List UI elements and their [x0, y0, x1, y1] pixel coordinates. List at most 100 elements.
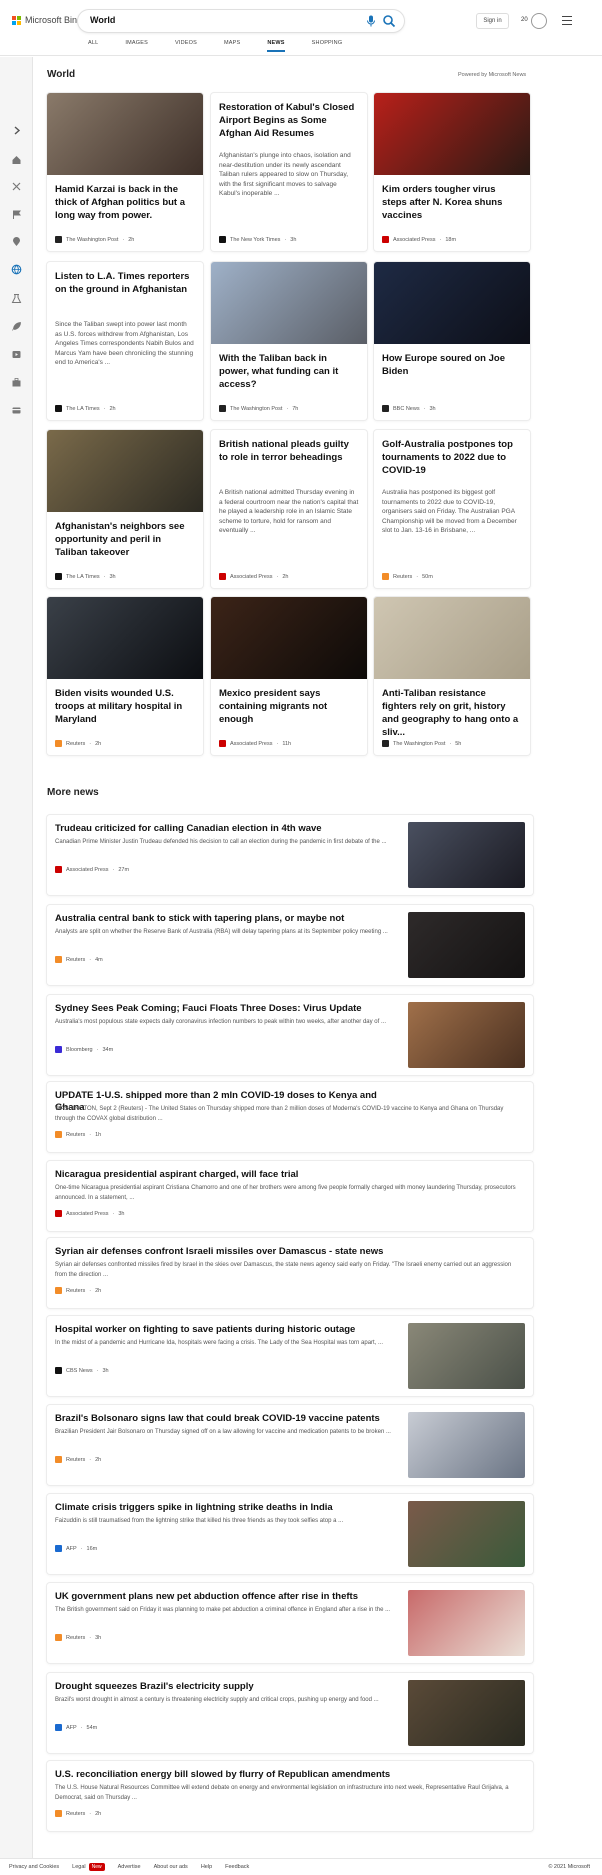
news-item-source[interactable]: Reuters · 2h	[55, 1810, 101, 1817]
news-list-item[interactable]: Drought squeezes Brazil's electricity su…	[47, 1673, 533, 1753]
tab-all[interactable]: ALL	[88, 40, 98, 52]
footer-link-help[interactable]: Help	[201, 1864, 212, 1870]
news-item-image[interactable]	[408, 1590, 525, 1656]
news-card-source[interactable]: The Washington Post · 7h	[219, 405, 298, 412]
search-input[interactable]: World	[90, 15, 115, 25]
tab-shopping[interactable]: SHOPPING	[312, 40, 343, 52]
news-list-item[interactable]: Australia central bank to stick with tap…	[47, 905, 533, 985]
news-card-source[interactable]: BBC News · 3h	[382, 405, 436, 412]
news-card[interactable]: Kim orders tougher virus steps after N. …	[374, 93, 530, 251]
news-card-title[interactable]: Biden visits wounded U.S. troops at mili…	[55, 687, 195, 726]
money-icon[interactable]	[11, 403, 22, 414]
news-card-image[interactable]	[47, 93, 203, 175]
news-item-title[interactable]: Hospital worker on fighting to save pati…	[55, 1324, 405, 1336]
news-item-source[interactable]: AFP · 16m	[55, 1545, 97, 1552]
news-card-title[interactable]: Anti-Taliban resistance fighters rely on…	[382, 687, 522, 739]
news-item-source[interactable]: Reuters · 4m	[55, 956, 103, 963]
news-card[interactable]: Mexico president says containing migrant…	[211, 597, 367, 755]
news-list-item[interactable]: Sydney Sees Peak Coming; Fauci Floats Th…	[47, 995, 533, 1075]
news-card-image[interactable]	[211, 262, 367, 344]
news-item-image[interactable]	[408, 1680, 525, 1746]
powered-by[interactable]: Powered by Microsoft News	[458, 72, 526, 78]
news-card-title[interactable]: British national pleads guilty to role i…	[219, 438, 359, 464]
news-item-title[interactable]: Syrian air defenses confront Israeli mis…	[55, 1246, 405, 1258]
news-list-item[interactable]: Hospital worker on fighting to save pati…	[47, 1316, 533, 1396]
news-item-title[interactable]: Trudeau criticized for calling Canadian …	[55, 823, 405, 835]
news-card-title[interactable]: Listen to L.A. Times reporters on the gr…	[55, 270, 195, 296]
news-item-title[interactable]: Climate crisis triggers spike in lightni…	[55, 1502, 405, 1514]
news-card-source[interactable]: The Washington Post · 2h	[55, 236, 134, 243]
news-item-source[interactable]: CBS News · 3h	[55, 1367, 109, 1374]
tab-news[interactable]: NEWS	[267, 40, 285, 52]
footer-link-privacy-and-cookies[interactable]: Privacy and Cookies	[9, 1864, 59, 1870]
news-card-title[interactable]: Hamid Karzai is back in the thick of Afg…	[55, 183, 195, 222]
news-card-image[interactable]	[211, 597, 367, 679]
news-card-title[interactable]: With the Taliban back in power, what fun…	[219, 352, 359, 391]
rocket-icon[interactable]	[11, 319, 22, 331]
news-item-source[interactable]: Associated Press · 27m	[55, 866, 129, 873]
news-card[interactable]: Anti-Taliban resistance fighters rely on…	[374, 597, 530, 755]
news-item-title[interactable]: Sydney Sees Peak Coming; Fauci Floats Th…	[55, 1003, 405, 1015]
news-card-source[interactable]: Associated Press · 11h	[219, 740, 291, 747]
news-item-title[interactable]: UK government plans new pet abduction of…	[55, 1591, 405, 1603]
news-card[interactable]: British national pleads guilty to role i…	[211, 430, 367, 588]
news-list-item[interactable]: Syrian air defenses confront Israeli mis…	[47, 1238, 533, 1308]
news-item-image[interactable]	[408, 912, 525, 978]
flag-icon[interactable]	[11, 207, 22, 219]
news-item-source[interactable]: Reuters · 1h	[55, 1131, 101, 1138]
footer-link-about-our-ads[interactable]: About our ads	[154, 1864, 188, 1870]
news-card-source[interactable]: The New York Times · 3h	[219, 236, 296, 243]
news-list-item[interactable]: UPDATE 1-U.S. shipped more than 2 mln CO…	[47, 1082, 533, 1152]
search-icon[interactable]	[382, 14, 396, 28]
news-item-title[interactable]: Brazil's Bolsonaro signs law that could …	[55, 1413, 405, 1425]
footer-link-advertise[interactable]: Advertise	[118, 1864, 141, 1870]
science-icon[interactable]	[11, 291, 22, 303]
news-card-image[interactable]	[47, 430, 203, 512]
news-list-item[interactable]: U.S. reconciliation energy bill slowed b…	[47, 1761, 533, 1831]
news-item-image[interactable]	[408, 822, 525, 888]
news-list-item[interactable]: Trudeau criticized for calling Canadian …	[47, 815, 533, 895]
news-card[interactable]: Biden visits wounded U.S. troops at mili…	[47, 597, 203, 755]
news-card-image[interactable]	[374, 93, 530, 175]
news-card[interactable]: Listen to L.A. Times reporters on the gr…	[47, 262, 203, 420]
news-item-title[interactable]: Nicaragua presidential aspirant charged,…	[55, 1169, 405, 1181]
chevron-right-icon[interactable]	[11, 123, 22, 135]
location-icon[interactable]	[11, 234, 22, 246]
sign-in-button[interactable]: Sign in	[476, 13, 509, 29]
news-item-source[interactable]: Reuters · 2h	[55, 1456, 101, 1463]
news-item-image[interactable]	[408, 1002, 525, 1068]
news-card-title[interactable]: How Europe soured on Joe Biden	[382, 352, 522, 378]
news-item-image[interactable]	[408, 1323, 525, 1389]
news-card-title[interactable]: Afghanistan's neighbors see opportunity …	[55, 520, 195, 559]
business-icon[interactable]	[11, 375, 22, 387]
news-item-image[interactable]	[408, 1501, 525, 1567]
news-card-source[interactable]: The Washington Post · 5h	[382, 740, 461, 747]
bing-logo[interactable]: Microsoft Bing	[12, 15, 82, 25]
rewards-icon[interactable]	[531, 13, 547, 29]
news-item-source[interactable]: Associated Press · 3h	[55, 1210, 124, 1217]
news-card[interactable]: With the Taliban back in power, what fun…	[211, 262, 367, 420]
news-item-source[interactable]: AFP · 54m	[55, 1724, 97, 1731]
news-item-title[interactable]: Australia central bank to stick with tap…	[55, 913, 405, 925]
search-box[interactable]: World	[78, 10, 404, 32]
news-card[interactable]: Restoration of Kabul's Closed Airport Be…	[211, 93, 367, 251]
news-card-source[interactable]: Reuters · 50m	[382, 573, 433, 580]
tab-videos[interactable]: VIDEOS	[175, 40, 197, 52]
news-card-source[interactable]: The LA Times · 3h	[55, 573, 116, 580]
news-item-source[interactable]: Reuters · 2h	[55, 1287, 101, 1294]
news-card[interactable]: Afghanistan's neighbors see opportunity …	[47, 430, 203, 588]
news-list-item[interactable]: UK government plans new pet abduction of…	[47, 1583, 533, 1663]
news-card-image[interactable]	[47, 597, 203, 679]
hamburger-menu-icon[interactable]	[562, 16, 572, 25]
home-icon[interactable]	[11, 152, 22, 164]
news-card[interactable]: How Europe soured on Joe Biden BBC News · 3…	[374, 262, 530, 420]
sports-icon[interactable]	[11, 179, 22, 191]
tab-maps[interactable]: MAPS	[224, 40, 240, 52]
news-card-title[interactable]: Mexico president says containing migrant…	[219, 687, 359, 726]
news-card-title[interactable]: Kim orders tougher virus steps after N. …	[382, 183, 522, 222]
news-card-source[interactable]: Associated Press · 18m	[382, 236, 456, 243]
news-card-source[interactable]: The LA Times · 2h	[55, 405, 116, 412]
news-card-source[interactable]: Associated Press · 2h	[219, 573, 288, 580]
news-item-title[interactable]: U.S. reconciliation energy bill slowed b…	[55, 1769, 405, 1781]
footer-link-legal[interactable]: Legal New	[72, 1863, 105, 1871]
